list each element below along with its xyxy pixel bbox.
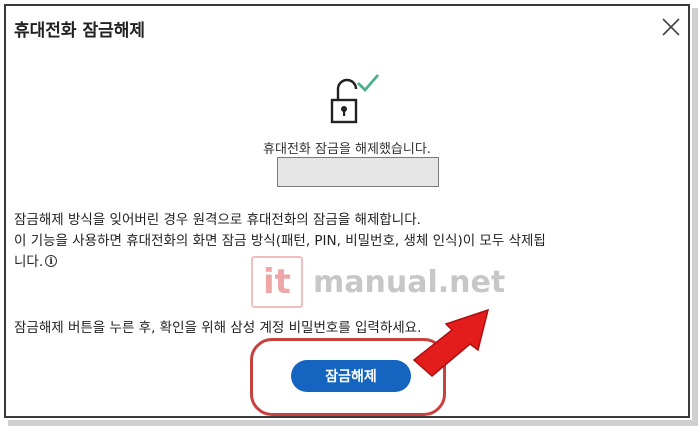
unlocked-padlock-icon <box>328 74 388 128</box>
dialog-title: 휴대전화 잠금해제 <box>14 21 146 41</box>
unlock-instruction: 잠금해제 버튼을 누른 후, 확인을 위해 삼성 계정 비밀번호를 입력하세요. <box>14 320 422 336</box>
dialog-shadow-right <box>692 8 698 420</box>
watermark-text: manual.net <box>313 264 506 300</box>
close-icon[interactable] <box>660 16 682 38</box>
unlock-button[interactable]: 잠금해제 <box>291 360 411 392</box>
dialog-shadow-bottom <box>8 420 698 426</box>
redacted-phone-number <box>277 157 439 187</box>
description-line: 이 기능을 사용하면 휴대전화의 화면 잠금 방식(패턴, PIN, 비밀번호,… <box>14 233 546 249</box>
description-text: 니다. <box>14 254 44 270</box>
unlock-status-message: 휴대전화 잠금을 해제했습니다. <box>263 142 431 157</box>
pointer-arrow-icon <box>412 308 490 377</box>
description-line: 잠금해제 방식을 잊어버린 경우 원격으로 휴대전화의 잠금을 해제합니다. <box>14 212 421 228</box>
watermark-logo: it <box>251 256 303 308</box>
info-icon[interactable]: i <box>45 255 58 267</box>
checkmark-icon <box>357 74 380 93</box>
